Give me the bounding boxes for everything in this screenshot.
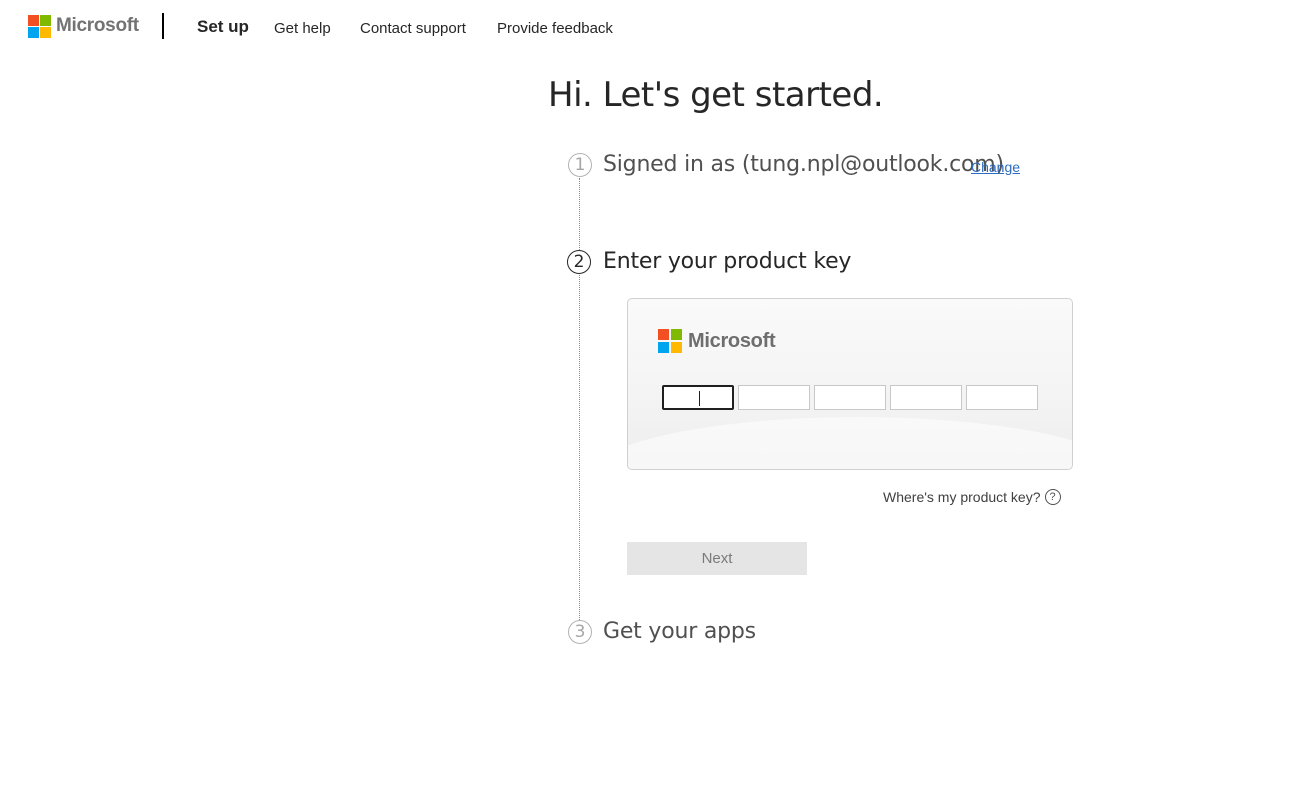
brand-name: Microsoft [56, 15, 139, 36]
header-divider [162, 13, 164, 39]
step-1-number-icon: 1 [568, 153, 592, 177]
where-is-product-key-label: Where's my product key? [883, 489, 1041, 505]
logo-square-red [28, 14, 39, 26]
logo-square-yellow [671, 342, 682, 353]
nav-contact-support-link[interactable]: Contact support [360, 20, 466, 37]
logo-square-green [40, 14, 51, 26]
nav-provide-feedback-link[interactable]: Provide feedback [497, 20, 613, 37]
logo-square-red [658, 329, 669, 340]
card-brand-name: Microsoft [688, 329, 776, 352]
step-1-label: Signed in as (tung.npl@outlook.com) [603, 152, 1004, 177]
text-caret [699, 391, 700, 406]
card-microsoft-logo: Microsoft [658, 329, 776, 353]
step-3-label: Get your apps [603, 619, 756, 644]
change-account-link[interactable]: Change [971, 159, 1020, 175]
microsoft-logo-icon [28, 14, 51, 38]
logo-square-green [671, 329, 682, 340]
microsoft-logo-link[interactable]: Microsoft [28, 14, 139, 38]
page-title: Hi. Let's get started. [548, 75, 884, 115]
question-circle-icon: ? [1044, 489, 1061, 505]
product-key-input-4[interactable] [890, 385, 962, 410]
top-header: Microsoft Set up Get help Contact suppor… [0, 0, 1292, 56]
next-button[interactable]: Next [627, 542, 807, 575]
step-2-label: Enter your product key [603, 249, 852, 274]
product-key-input-5[interactable] [966, 385, 1038, 410]
product-key-card: Microsoft [627, 298, 1073, 470]
product-key-input-3[interactable] [814, 385, 886, 410]
nav-setup-title[interactable]: Set up [197, 17, 249, 37]
nav-get-help-link[interactable]: Get help [274, 20, 331, 37]
where-is-product-key-link[interactable]: Where's my product key? ? [883, 489, 1061, 505]
logo-square-blue [658, 342, 669, 353]
product-key-input-2[interactable] [738, 385, 810, 410]
steps-connector-line [579, 178, 580, 620]
step-2-number-icon: 2 [567, 250, 591, 274]
microsoft-logo-icon [658, 329, 682, 353]
step-3-number-icon: 3 [568, 620, 592, 644]
card-sheen [628, 417, 1072, 469]
logo-square-yellow [40, 26, 51, 38]
logo-square-blue [28, 26, 39, 38]
product-key-input-1[interactable] [662, 385, 734, 410]
